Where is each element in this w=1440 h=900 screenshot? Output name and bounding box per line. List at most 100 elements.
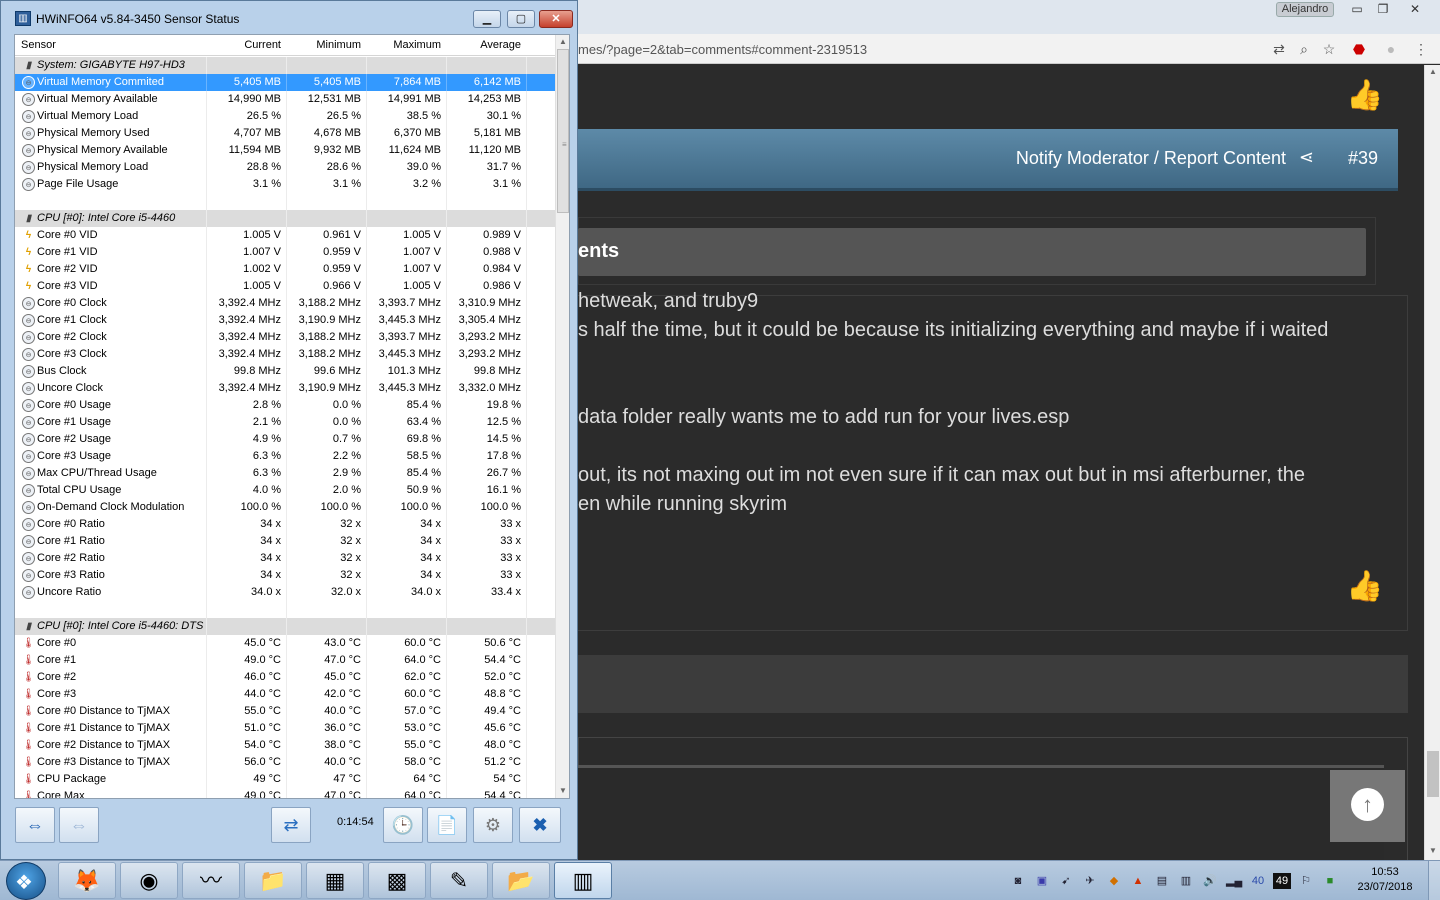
taskbar-notepad-button[interactable]: ✎: [430, 862, 488, 899]
start-button[interactable]: ❖: [6, 862, 46, 900]
sensor-row[interactable]: ⊖ Core #2 Clock 3,392.4 MHz 3,188.2 MHz 3,39…: [15, 329, 555, 346]
restore-button[interactable]: ❐: [1370, 0, 1396, 18]
log-add-button[interactable]: 📄: [427, 807, 467, 843]
scroll-to-top-button[interactable]: ↑: [1330, 770, 1405, 842]
sensor-scrollbar[interactable]: ▲ ≡ ▼: [555, 35, 569, 798]
sensor-row[interactable]: ⊖ Page File Usage 3.1 % 3.1 % 3.2 % 3.1 %: [15, 176, 555, 193]
sensor-row[interactable]: ⊖ Uncore Ratio 34.0 x 32.0 x 34.0 x 33.4 x: [15, 584, 555, 601]
sensor-row[interactable]: ⊖ Total CPU Usage 4.0 % 2.0 % 50.9 % 16.1 %: [15, 482, 555, 499]
reply-editor[interactable]: [578, 765, 1384, 860]
taskbar-explorer2-button[interactable]: 📂: [492, 862, 550, 899]
sensor-group-row[interactable]: ▮ CPU [#0]: Intel Core i5-4460: [15, 210, 555, 227]
taskbar-hwinfo-button[interactable]: ▥: [554, 862, 612, 899]
post-number[interactable]: #39: [1348, 148, 1378, 169]
sensor-row[interactable]: 🌡 Core #1 49.0 °C 47.0 °C 64.0 °C 54.4 °C: [15, 652, 555, 669]
translate-icon[interactable]: ⇄: [1270, 39, 1288, 59]
column-maximum[interactable]: Maximum: [367, 39, 441, 51]
sensor-row[interactable]: ⊖ Core #1 Ratio 34 x 32 x 34 x 33 x: [15, 533, 555, 550]
sensor-row[interactable]: ⊖ Virtual Memory Load 26.5 % 26.5 % 38.5 % 30…: [15, 108, 555, 125]
sensor-row[interactable]: ⊖ Core #0 Clock 3,392.4 MHz 3,188.2 MHz 3,39…: [15, 295, 555, 312]
sensor-row[interactable]: 🌡 Core #3 Distance to TjMAX 56.0 °C 40.0 °C…: [15, 754, 555, 771]
nav-arrows-disabled-button[interactable]: ⇔: [59, 807, 99, 843]
sensor-list[interactable]: Sensor Current Minimum Maximum Average ▮…: [14, 34, 570, 799]
firewall-tray-icon[interactable]: ▲: [1130, 873, 1146, 889]
tray-badge[interactable]: 49: [1273, 873, 1291, 889]
volume-icon[interactable]: 🔊: [1202, 873, 1218, 889]
temperature-tray-icon[interactable]: 40: [1250, 873, 1266, 889]
clock-reset-button[interactable]: 🕒: [383, 807, 423, 843]
cursor-tray-icon[interactable]: ➹: [1058, 873, 1074, 889]
sensor-row[interactable]: 🌡 Core Max 49.0 °C 47.0 °C 64.0 °C 54.4 °C: [15, 788, 555, 798]
close-button[interactable]: ✕: [1400, 0, 1430, 18]
keyboard-tray-icon[interactable]: ▣: [1034, 873, 1050, 889]
sensor-row[interactable]: 🌡 Core #3 44.0 °C 42.0 °C 60.0 °C 48.8 °C: [15, 686, 555, 703]
taskbar-chrome-button[interactable]: ◉: [120, 862, 178, 899]
scroll-up-arrow-icon[interactable]: ▲: [1425, 65, 1440, 79]
sensor-row[interactable]: 🌡 Core #0 Distance to TjMAX 55.0 °C 40.0 °C…: [15, 703, 555, 720]
sensor-row[interactable]: ⊖ Physical Memory Used 4,707 MB 4,678 MB 6,3…: [15, 125, 555, 142]
settings-gear-button[interactable]: ⚙: [473, 807, 513, 843]
display-tray-icon[interactable]: ▤: [1154, 873, 1170, 889]
gpu-tray-icon[interactable]: ■: [1322, 873, 1338, 889]
system-clock[interactable]: 10:53 23/07/2018: [1352, 865, 1418, 895]
like-thumb-icon[interactable]: 👍: [1345, 77, 1385, 115]
sensor-row[interactable]: ⊖ On-Demand Clock Modulation 100.0 % 100.0 …: [15, 499, 555, 516]
sensor-group-row[interactable]: ▮ CPU [#0]: Intel Core i5-4460: DTS: [15, 618, 555, 635]
sensor-group-row[interactable]: ▮ System: GIGABYTE H97-HD3: [15, 57, 555, 74]
hwinfo-titlebar[interactable]: ▥ HWiNFO64 v5.84-3450 Sensor Status ▁ ▢ …: [1, 1, 577, 35]
sensor-row[interactable]: 🌡 Core #0 45.0 °C 43.0 °C 60.0 °C 50.6 °C: [15, 635, 555, 652]
nav-arrows-button[interactable]: ⇔: [15, 807, 55, 843]
minimize-button[interactable]: ▁: [473, 10, 501, 28]
sensor-row[interactable]: ⊖ Core #3 Usage 6.3 % 2.2 % 58.5 % 17.8 %: [15, 448, 555, 465]
scrollbar-thumb[interactable]: ≡: [557, 49, 569, 213]
sensor-row[interactable]: ⊖ Core #2 Usage 4.9 % 0.7 % 69.8 % 14.5 %: [15, 431, 555, 448]
menu-icon[interactable]: ⋮: [1412, 39, 1430, 59]
sensor-row[interactable]: 🌡 Core #2 46.0 °C 45.0 °C 62.0 °C 52.0 °C: [15, 669, 555, 686]
like-thumb-icon[interactable]: 👍: [1345, 568, 1385, 606]
column-minimum[interactable]: Minimum: [287, 39, 361, 51]
sensor-row[interactable]: ⊖ Core #1 Clock 3,392.4 MHz 3,190.9 MHz 3,44…: [15, 312, 555, 329]
sensor-row[interactable]: ⊖ Uncore Clock 3,392.4 MHz 3,190.9 MHz 3,445…: [15, 380, 555, 397]
show-desktop-button[interactable]: [1428, 861, 1440, 900]
sensor-row[interactable]: 🌡 Core #2 Distance to TjMAX 54.0 °C 38.0 °C…: [15, 737, 555, 754]
sensor-row[interactable]: ⊖ Bus Clock 99.8 MHz 99.6 MHz 101.3 MHz 99.8 …: [15, 363, 555, 380]
sensor-row[interactable]: ϟ Core #2 VID 1.002 V 0.959 V 1.007 V 0.984 V: [15, 261, 555, 278]
minimize-button[interactable]: ▭: [1344, 0, 1370, 18]
scrollbar-thumb[interactable]: [1427, 751, 1439, 797]
sensor-row[interactable]: ⊖ Virtual Memory Available 14,990 MB 12,531…: [15, 91, 555, 108]
taskbar-explorer-button[interactable]: 📁: [244, 862, 302, 899]
column-sensor[interactable]: Sensor: [21, 39, 56, 51]
sensor-row[interactable]: ⊖ Core #0 Ratio 34 x 32 x 34 x 33 x: [15, 516, 555, 533]
sensor-row[interactable]: ⊖ Core #3 Ratio 34 x 32 x 34 x 33 x: [15, 567, 555, 584]
sensor-row[interactable]: ⊖ Core #2 Ratio 34 x 32 x 34 x 33 x: [15, 550, 555, 567]
taskbar-monitor-button[interactable]: 〰: [182, 862, 240, 899]
app-tray-icon[interactable]: ◆: [1106, 873, 1122, 889]
sensor-row[interactable]: ⊖ Core #1 Usage 2.1 % 0.0 % 63.4 % 12.5 %: [15, 414, 555, 431]
close-sensors-button[interactable]: ✖: [519, 807, 561, 843]
sensor-row[interactable]: 🌡 Core #1 Distance to TjMAX 51.0 °C 36.0 °C…: [15, 720, 555, 737]
share-icon[interactable]: ⋖: [1299, 147, 1314, 168]
sensor-row[interactable]: ⊖ Core #3 Clock 3,392.4 MHz 3,188.2 MHz 3,44…: [15, 346, 555, 363]
network-icon[interactable]: ▂▄: [1226, 873, 1242, 889]
user-profile-badge[interactable]: Alejandro: [1276, 2, 1334, 17]
discord-tray-icon[interactable]: ◙: [1010, 873, 1026, 889]
taskbar-minecraft-button[interactable]: ▦: [306, 862, 364, 899]
report-content-link[interactable]: Notify Moderator / Report Content: [1016, 148, 1286, 169]
sensor-row[interactable]: ⊖ Virtual Memory Commited 5,405 MB 5,405 MB…: [15, 74, 555, 91]
sensor-row[interactable]: ϟ Core #0 VID 1.005 V 0.961 V 1.005 V 0.989 V: [15, 227, 555, 244]
sensor-row[interactable]: ⊖ Physical Memory Available 11,594 MB 9,932…: [15, 142, 555, 159]
sensor-row[interactable]: ϟ Core #1 VID 1.007 V 0.959 V 1.007 V 0.988 V: [15, 244, 555, 261]
column-average[interactable]: Average: [447, 39, 521, 51]
sensor-row[interactable]: ϟ Core #3 VID 1.005 V 0.966 V 1.005 V 0.986 V: [15, 278, 555, 295]
adblock-icon[interactable]: ⬣: [1350, 39, 1368, 59]
scroll-down-arrow-icon[interactable]: ▼: [1425, 844, 1440, 858]
sensor-row[interactable]: ⊖ Max CPU/Thread Usage 6.3 % 2.9 % 85.4 % 26.…: [15, 465, 555, 482]
close-button[interactable]: ✕: [539, 10, 573, 28]
sensor-row[interactable]: ⊖ Physical Memory Load 28.8 % 28.6 % 39.0 % 3…: [15, 159, 555, 176]
msi-afterburner-tray-icon[interactable]: ✈: [1082, 873, 1098, 889]
action-center-flag-icon[interactable]: ⚐: [1298, 873, 1314, 889]
sensor-row[interactable]: 🌡 CPU Package 49 °C 47 °C 64 °C 54 °C: [15, 771, 555, 788]
scroll-down-arrow-icon[interactable]: ▼: [556, 784, 569, 798]
zoom-icon[interactable]: ⌕: [1295, 39, 1313, 59]
url-text[interactable]: mes/?page=2&tab=comments#comment-2319513: [578, 40, 1258, 60]
